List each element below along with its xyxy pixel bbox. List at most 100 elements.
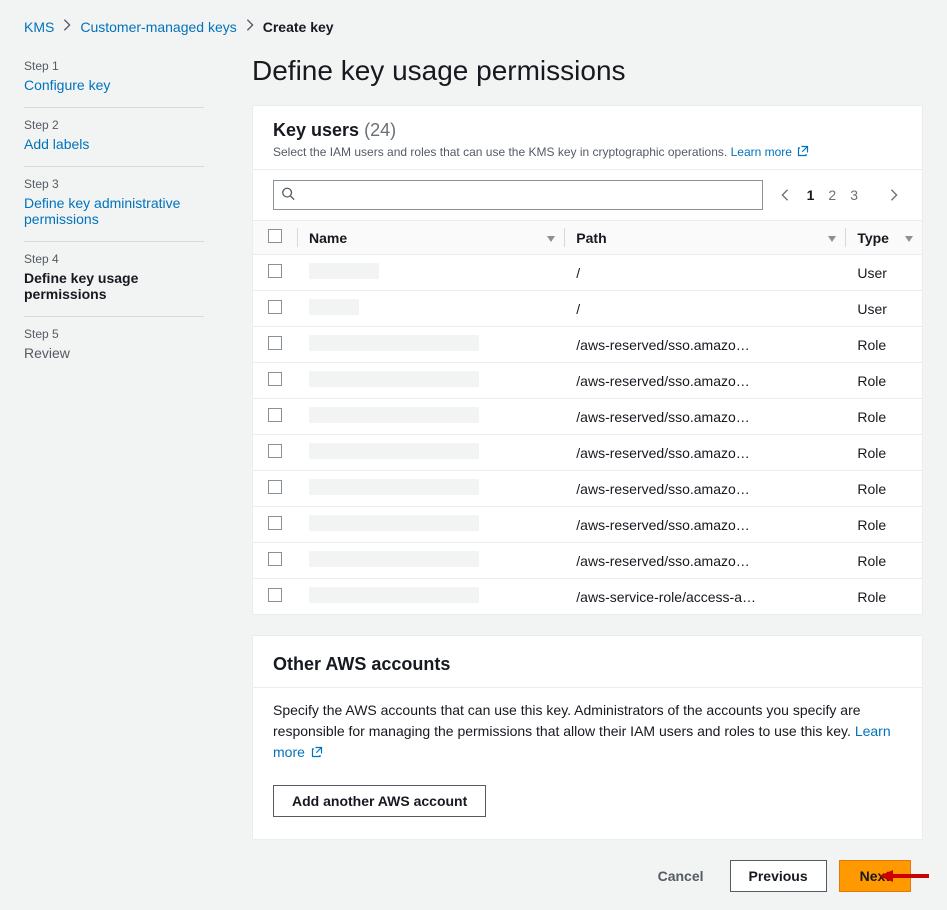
breadcrumb-kms[interactable]: KMS: [24, 19, 54, 35]
cell-type: Role: [845, 507, 922, 543]
search-icon: [281, 187, 295, 204]
add-account-button[interactable]: Add another AWS account: [273, 785, 486, 817]
step-title[interactable]: Define key administrative permissions: [24, 195, 204, 227]
row-checkbox[interactable]: [268, 444, 282, 458]
cell-type: Role: [845, 579, 922, 615]
cell-type: Role: [845, 363, 922, 399]
step-label: Step 5: [24, 327, 204, 341]
other-accounts-card: Other AWS accounts Specify the AWS accou…: [252, 635, 923, 840]
col-path[interactable]: Path: [564, 221, 845, 255]
row-checkbox[interactable]: [268, 480, 282, 494]
table-row[interactable]: /aws-reserved/sso.amazonaws…Role: [253, 507, 922, 543]
cell-path: /aws-reserved/sso.amazonaws…: [564, 471, 845, 507]
cell-name: [297, 507, 564, 543]
cell-path: /aws-reserved/sso.amazonaws…: [564, 327, 845, 363]
table-row[interactable]: /aws-service-role/access-analy…Role: [253, 579, 922, 615]
wizard-step-3[interactable]: Step 3 Define key administrative permissi…: [24, 167, 204, 242]
row-checkbox[interactable]: [268, 408, 282, 422]
cell-name: [297, 579, 564, 615]
pagination: 123: [777, 187, 902, 203]
wizard-step-4: Step 4 Define key usage permissions: [24, 242, 204, 317]
table-row[interactable]: /User: [253, 255, 922, 291]
cell-type: Role: [845, 399, 922, 435]
cell-path: /: [564, 255, 845, 291]
breadcrumb-current: Create key: [263, 19, 334, 35]
table-row[interactable]: /aws-reserved/sso.amazonaws…Role: [253, 399, 922, 435]
cell-name: [297, 327, 564, 363]
external-link-icon: [311, 743, 323, 755]
cell-path: /aws-reserved/sso.amazonaws…: [564, 507, 845, 543]
key-users-count: (24): [364, 120, 396, 140]
redacted-name: [309, 515, 479, 531]
page-1[interactable]: 1: [807, 187, 815, 203]
breadcrumb-customer-keys[interactable]: Customer-managed keys: [80, 19, 236, 35]
cell-name: [297, 255, 564, 291]
page-3[interactable]: 3: [850, 187, 858, 203]
cell-path: /: [564, 291, 845, 327]
search-field: [273, 180, 763, 210]
cell-name: [297, 291, 564, 327]
redacted-name: [309, 443, 479, 459]
external-link-icon: [797, 145, 809, 157]
redacted-name: [309, 299, 359, 315]
redacted-name: [309, 263, 379, 279]
wizard-step-5: Step 5 Review: [24, 317, 204, 375]
wizard-step-1[interactable]: Step 1 Configure key: [24, 49, 204, 108]
cell-path: /aws-reserved/sso.amazonaws…: [564, 543, 845, 579]
search-input[interactable]: [273, 180, 763, 210]
wizard-step-2[interactable]: Step 2 Add labels: [24, 108, 204, 167]
row-checkbox[interactable]: [268, 300, 282, 314]
row-checkbox[interactable]: [268, 372, 282, 386]
wizard-footer: Cancel Previous Next: [252, 860, 911, 892]
cell-name: [297, 399, 564, 435]
redacted-name: [309, 479, 479, 495]
cell-name: [297, 471, 564, 507]
row-checkbox[interactable]: [268, 336, 282, 350]
page-prev[interactable]: [777, 187, 793, 203]
cell-type: Role: [845, 327, 922, 363]
cell-type: User: [845, 291, 922, 327]
table-row[interactable]: /aws-reserved/sso.amazonaws…Role: [253, 435, 922, 471]
step-title: Define key usage permissions: [24, 270, 204, 302]
step-title: Review: [24, 345, 204, 361]
table-row[interactable]: /User: [253, 291, 922, 327]
row-checkbox[interactable]: [268, 552, 282, 566]
previous-button[interactable]: Previous: [730, 860, 827, 892]
cell-type: Role: [845, 435, 922, 471]
row-checkbox[interactable]: [268, 516, 282, 530]
table-row[interactable]: /aws-reserved/sso.amazonaws…Role: [253, 363, 922, 399]
row-checkbox[interactable]: [268, 588, 282, 602]
breadcrumb: KMS Customer-managed keys Create key: [24, 18, 923, 35]
redacted-name: [309, 587, 479, 603]
step-label: Step 4: [24, 252, 204, 266]
cell-type: User: [845, 255, 922, 291]
select-all-checkbox[interactable]: [268, 229, 282, 243]
redacted-name: [309, 407, 479, 423]
cell-path: /aws-reserved/sso.amazonaws…: [564, 435, 845, 471]
key-users-card: Key users (24) Select the IAM users and …: [252, 105, 923, 615]
other-accounts-desc: Specify the AWS accounts that can use th…: [273, 702, 861, 739]
redacted-name: [309, 551, 479, 567]
table-row[interactable]: /aws-reserved/sso.amazonaws…Role: [253, 543, 922, 579]
row-checkbox[interactable]: [268, 264, 282, 278]
step-title[interactable]: Configure key: [24, 77, 204, 93]
col-type[interactable]: Type: [845, 221, 922, 255]
page-next[interactable]: [886, 187, 902, 203]
cell-name: [297, 363, 564, 399]
cancel-button[interactable]: Cancel: [644, 860, 718, 892]
step-label: Step 2: [24, 118, 204, 132]
redacted-name: [309, 371, 479, 387]
callout-arrow-icon: [879, 866, 929, 886]
key-users-title: Key users: [273, 120, 359, 140]
table-row[interactable]: /aws-reserved/sso.amazonaws…Role: [253, 471, 922, 507]
cell-path: /aws-reserved/sso.amazonaws…: [564, 363, 845, 399]
step-title[interactable]: Add labels: [24, 136, 204, 152]
col-name[interactable]: Name: [297, 221, 564, 255]
page-2[interactable]: 2: [828, 187, 836, 203]
table-row[interactable]: /aws-reserved/sso.amazonaws…Role: [253, 327, 922, 363]
chevron-right-icon: [243, 18, 257, 35]
sort-icon: [546, 230, 556, 246]
step-label: Step 3: [24, 177, 204, 191]
step-label: Step 1: [24, 59, 204, 73]
learn-more-link[interactable]: Learn more: [731, 145, 810, 159]
